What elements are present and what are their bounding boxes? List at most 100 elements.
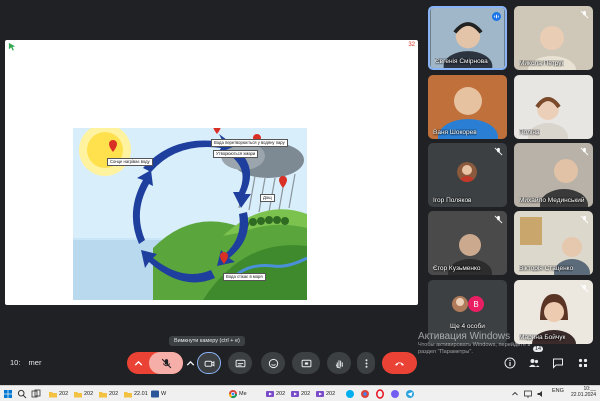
taskbar-item-label: Ме [239,391,247,397]
camera-icon [204,360,214,367]
participant-tile[interactable]: Ігор Поляков [428,143,507,207]
more-participants-label: Ще 4 особи [450,323,485,330]
people-icon[interactable] [528,357,540,369]
participant-tile[interactable]: Михайло Мединський [514,143,593,207]
participant-name: Марина Бойчук [519,334,566,341]
mic-off-icon [494,147,503,156]
people-count-badge: 14 [533,346,544,352]
opera-icon[interactable] [375,388,385,400]
mic-options-button[interactable] [127,352,149,374]
more-options-button[interactable] [357,352,375,374]
taskbar-item-active[interactable]: Ме [228,388,247,401]
folder-icon [124,392,132,398]
participant-name: Євгенія Смірнова [435,58,488,65]
hang-up-icon [395,361,404,366]
taskbar-item[interactable]: 202 [315,388,335,400]
slide-label-sun: Сонце нагріває воду [107,158,153,166]
taskbar-item-label: 202 [326,391,336,397]
participant-name: Вікторія Стаценко [519,265,574,272]
system-clock[interactable]: 10:__ 22.01.2024 [568,386,596,398]
shared-presentation: 32 Сонце нагріває воду Вода перетворюєть… [5,40,418,305]
chrome-icon[interactable] [360,388,370,400]
participant-tile[interactable]: Микола Петрук [514,6,593,70]
hand-icon [335,359,343,368]
mic-off-icon [580,10,589,19]
taskbar-item-label: 202 [301,391,311,397]
participant-name: Михайло Мединський [519,197,585,204]
meeting-clock: 10: mer [10,358,41,367]
microphone-control [127,352,183,374]
taskbar-item-label: 202 [276,391,286,397]
participant-name: Поліна [519,129,540,136]
reactions-button[interactable] [261,352,285,374]
taskbar-item[interactable]: 22.01 [123,388,148,400]
camera-toggle-button[interactable] [197,352,221,374]
slide-label-cloud: Утворюються хмари [213,150,259,158]
participant-tile[interactable]: Ваня Шокорев [428,75,507,139]
taskbar-item-label: 202 [109,391,119,397]
taskbar-item[interactable]: W [150,388,166,400]
taskbar-item-label: 22.01 [134,391,148,397]
slide-number: 32 [408,42,415,48]
slide-label-evaporation: Вода перетворюється у водяну пару [211,139,288,147]
start-icon[interactable] [3,388,13,400]
chrome-icon [228,390,238,399]
speaking-indicator-icon [492,12,501,21]
skype-icon[interactable] [345,388,355,400]
clock-time: 10: [10,358,21,367]
mic-off-icon [580,215,589,224]
taskbar-item-label: 202 [84,391,94,397]
raise-hand-button[interactable] [327,352,351,374]
slide-label-rain: Дощ [260,194,275,202]
more-participants-tile[interactable]: В Ще 4 особи [428,280,507,344]
participant-name: Єгор Кузьменко [433,265,481,272]
telegram-icon[interactable] [405,388,415,400]
word-icon [151,390,159,398]
mic-off-icon [494,215,503,224]
taskbar-item[interactable]: 202 [265,388,285,400]
more-vertical-icon [365,358,367,368]
participant-tile[interactable]: Єгор Кузьменко [428,211,507,275]
leave-call-button[interactable] [382,352,417,374]
viber-icon[interactable] [390,388,400,400]
participant-tile[interactable]: Марина Бойчук [514,280,593,344]
video-icon [316,391,324,397]
participant-tile[interactable]: Поліна [514,75,593,139]
meeting-code: mer [28,358,42,367]
taskbar-item-label: 202 [59,391,69,397]
volume-icon[interactable] [536,388,546,400]
tray-chevron-icon[interactable] [510,388,520,400]
chat-icon[interactable] [552,357,564,369]
taskbar-item[interactable]: 202 [98,388,118,400]
mic-off-icon [161,358,171,368]
avatar [452,296,468,312]
keyboard-language[interactable]: ENG [552,388,564,394]
folder-icon [49,392,57,398]
folder-icon [74,392,82,398]
windows-taskbar: 202 202 202 22.01 W Ме 202 202 202 [0,385,600,401]
meeting-info-icon[interactable] [504,357,516,369]
system-date: 22.01.2024 [570,392,596,398]
taskbar-item[interactable]: 202 [48,388,68,400]
presentation-pointer-icon [8,42,16,51]
avatar-letter: В [468,296,484,312]
camera-options-button[interactable] [183,352,197,374]
captions-button[interactable] [228,352,252,374]
present-screen-button[interactable] [292,352,320,374]
search-icon[interactable] [17,388,27,400]
network-icon[interactable] [523,388,533,400]
emoji-icon [268,358,278,368]
participant-tile[interactable]: Вікторія Стаценко [514,211,593,275]
video-icon [266,391,274,397]
participant-name: Микола Петрук [519,60,565,67]
activities-icon[interactable] [577,357,589,369]
taskbar-item[interactable]: 202 [290,388,310,400]
task-view-icon[interactable] [31,388,41,400]
chevron-up-icon [186,360,194,366]
mic-toggle-button[interactable] [149,352,183,374]
mic-off-icon [580,147,589,156]
taskbar-item[interactable]: 202 [73,388,93,400]
participant-name: Ваня Шокорев [433,129,477,136]
folder-icon [99,392,107,398]
participant-tile[interactable]: Євгенія Смірнова [428,6,507,70]
